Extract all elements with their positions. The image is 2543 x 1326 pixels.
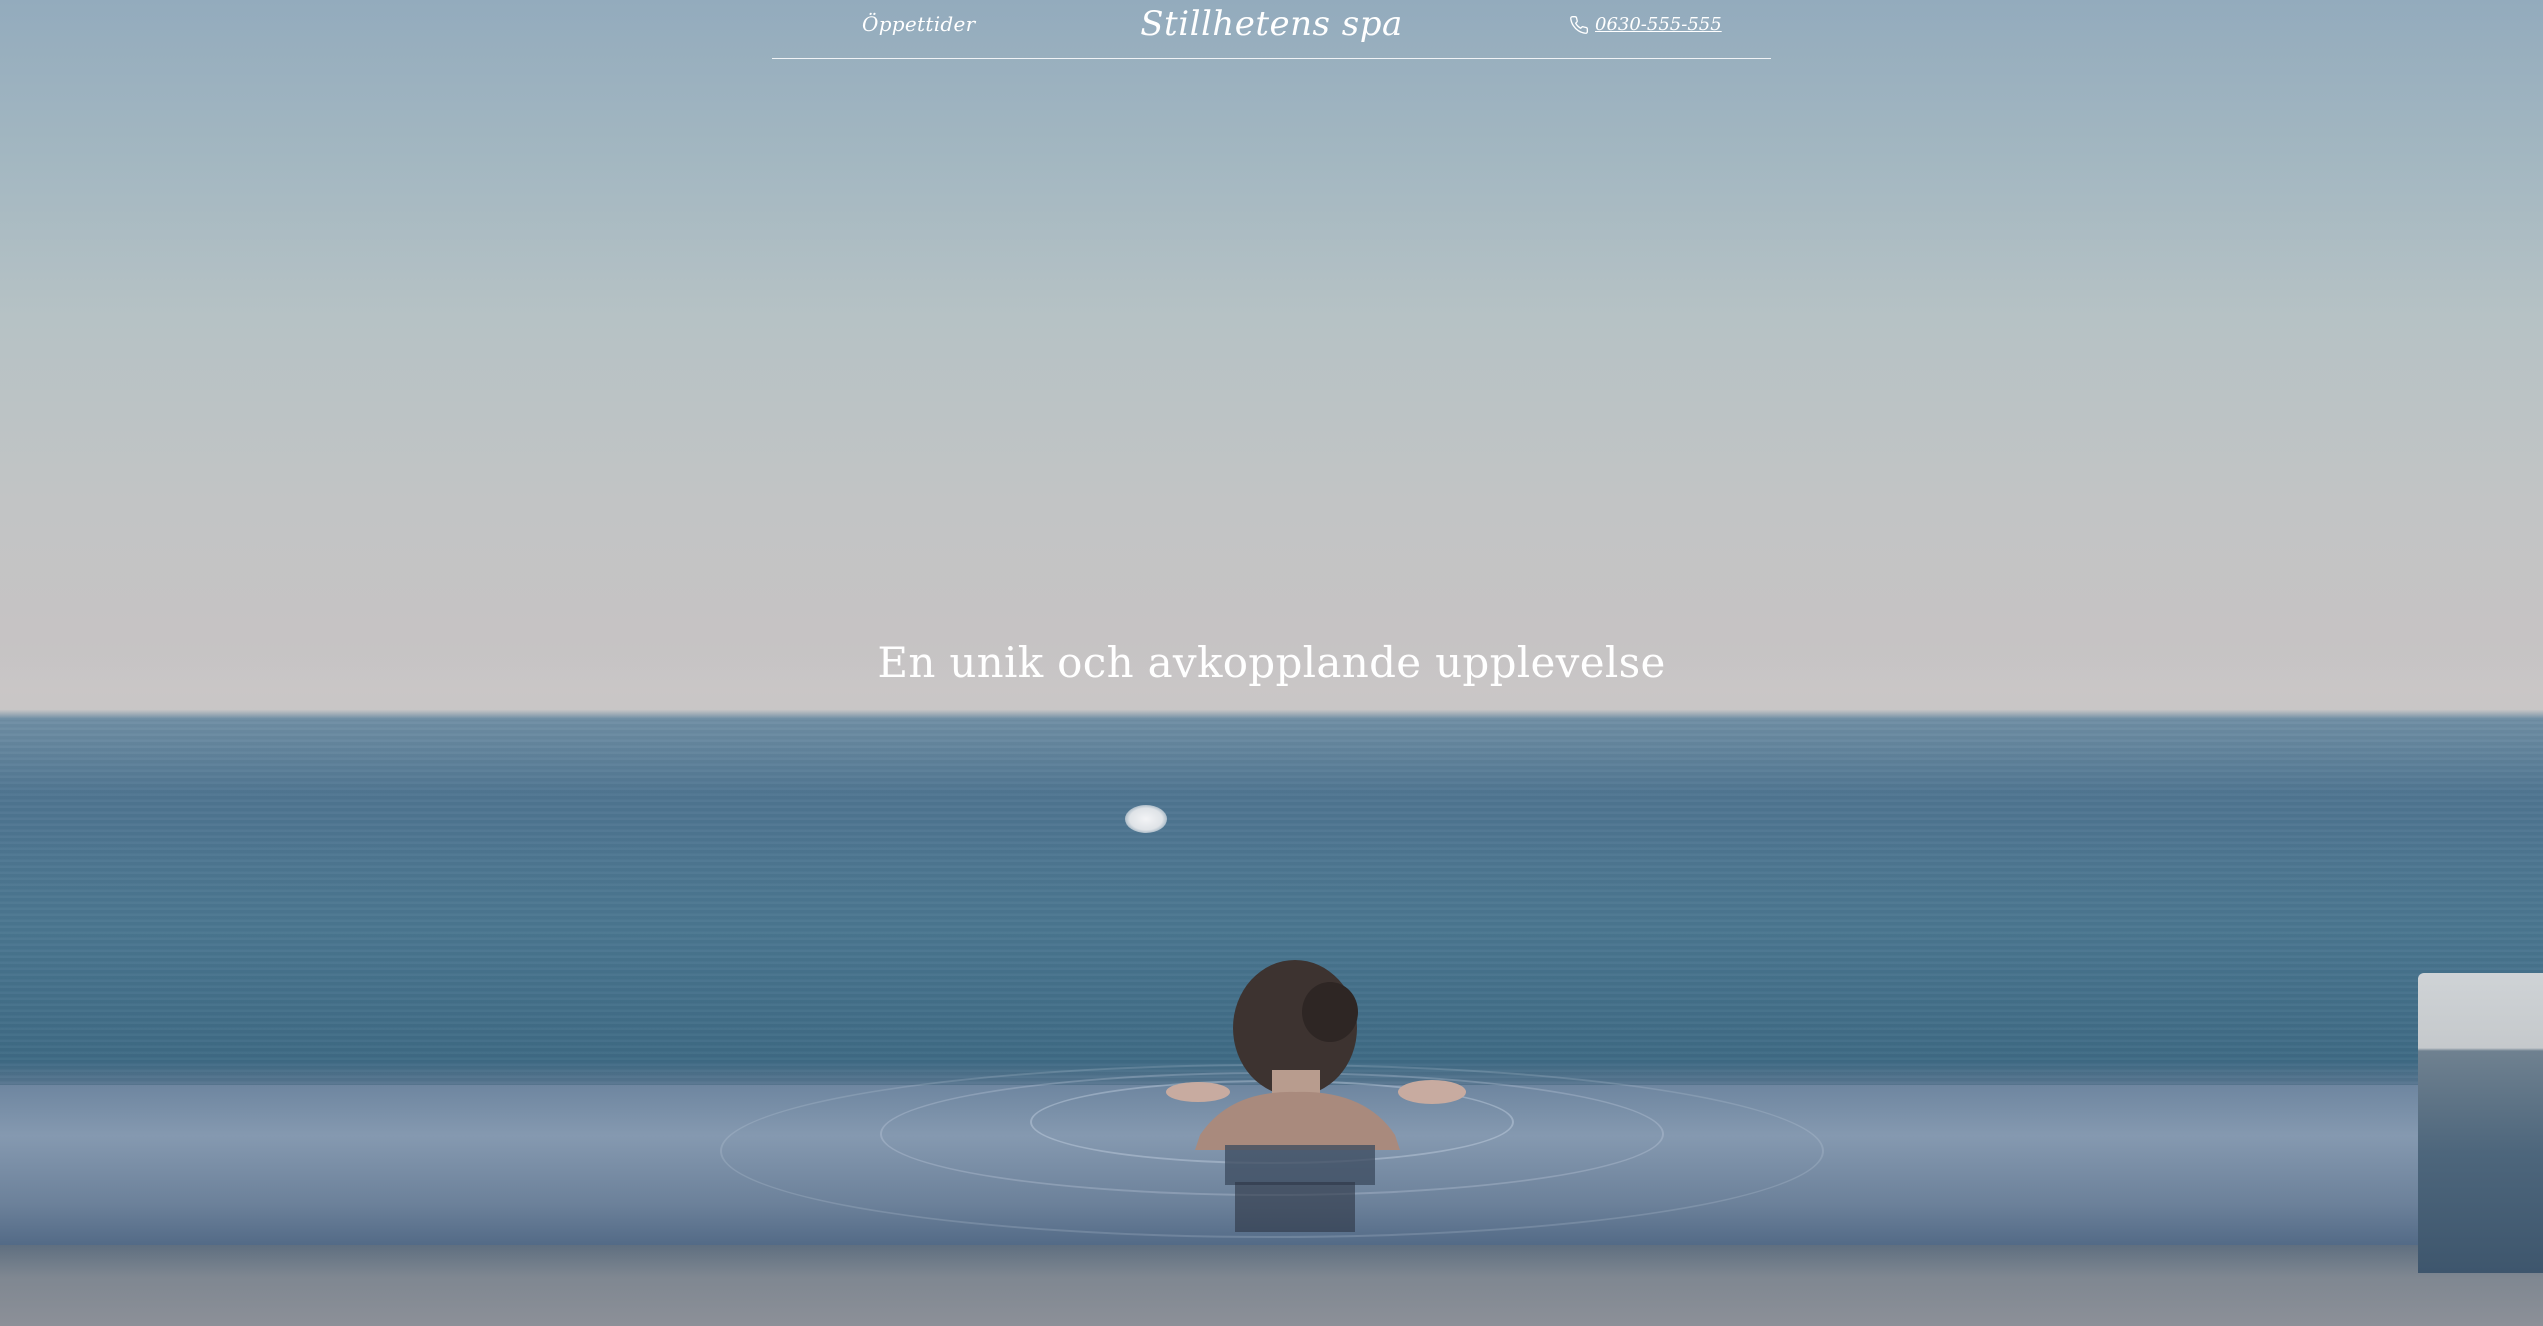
phone-link[interactable]: 0630-555-555 (1569, 14, 1722, 35)
distant-boat (1125, 805, 1167, 833)
phone-number: 0630-555-555 (1595, 14, 1722, 35)
stone-ledge (2418, 973, 2543, 1273)
phone-icon (1569, 15, 1589, 35)
site-header: Öppettider Stillhetens spa 0630-555-555 (772, 0, 1771, 59)
pool-edge (0, 1245, 2543, 1326)
hero-title: En unik och avkopplande upplevelse (877, 638, 1666, 687)
hero-page: Öppettider Stillhetens spa 0630-555-555 … (0, 0, 2543, 1326)
swimmer-figure (1166, 960, 1466, 1232)
